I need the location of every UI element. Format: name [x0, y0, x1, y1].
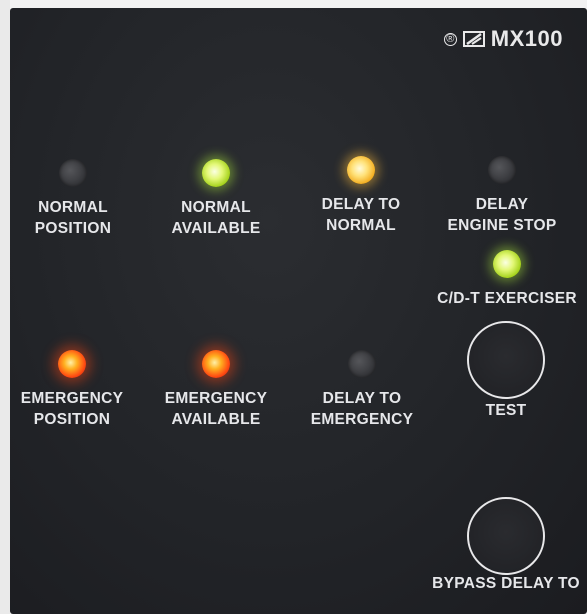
label-emergency-position: EMERGENCY POSITION — [20, 390, 124, 428]
led-cdt-exerciser — [493, 250, 521, 278]
led-emergency-available — [202, 350, 230, 378]
bypass-delay-button-label: BYPASS DELAY TO — [432, 575, 580, 592]
label-cdt-exerciser: C/D-T EXERCISER — [437, 290, 577, 307]
brand-logo: ® MX100 — [443, 26, 563, 52]
indicator-delay-to-normal: DELAY TO NORMAL — [291, 156, 431, 236]
bypass-delay-button[interactable] — [467, 497, 545, 575]
registered-mark: ® — [443, 32, 457, 46]
label-delay-engine-stop: DELAY ENGINE STOP — [447, 196, 557, 234]
indicator-emergency-position: EMERGENCY POSITION — [2, 350, 142, 430]
indicator-delay-engine-stop: DELAY ENGINE STOP — [432, 156, 572, 236]
indicator-emergency-available: EMERGENCY AVAILABLE — [146, 350, 286, 430]
led-delay-engine-stop — [488, 156, 516, 184]
model-name: MX100 — [490, 26, 563, 51]
led-delay-to-emergency — [348, 350, 376, 378]
indicator-normal-available: NORMAL AVAILABLE — [146, 159, 286, 239]
led-emergency-position — [58, 350, 86, 378]
test-button-label: TEST — [485, 402, 527, 419]
label-normal-position: NORMAL POSITION — [34, 199, 112, 237]
label-emergency-available: EMERGENCY AVAILABLE — [164, 390, 268, 428]
panel-edge — [0, 0, 10, 614]
led-normal-available — [202, 159, 230, 187]
led-normal-position — [59, 159, 87, 187]
label-normal-available: NORMAL AVAILABLE — [171, 199, 261, 237]
label-delay-to-emergency: DELAY TO EMERGENCY — [310, 390, 414, 428]
test-button[interactable] — [467, 321, 545, 399]
indicator-normal-position: NORMAL POSITION — [3, 159, 143, 239]
label-delay-to-normal: DELAY TO NORMAL — [321, 196, 401, 234]
brand-mark-icon — [462, 31, 485, 47]
indicator-cdt-exerciser: C/D-T EXERCISER — [432, 250, 582, 309]
led-delay-to-normal — [347, 156, 375, 184]
indicator-delay-to-emergency: DELAY TO EMERGENCY — [292, 350, 432, 430]
control-panel: ® MX100 NORMAL POSITION NORMAL AVAILABLE… — [10, 8, 587, 614]
